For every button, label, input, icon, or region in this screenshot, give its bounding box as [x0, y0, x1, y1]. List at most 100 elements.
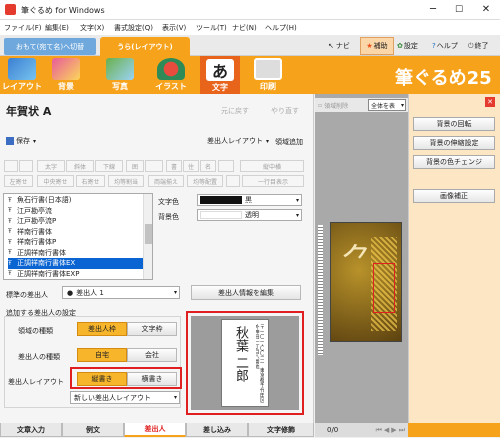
- format-btn-1[interactable]: [4, 160, 18, 172]
- format-btn-r2-7[interactable]: [226, 175, 240, 187]
- sender-type-home[interactable]: 自宅: [77, 348, 127, 362]
- tab-examples[interactable]: 例文: [62, 423, 124, 437]
- justify-button[interactable]: 両端揃え: [148, 175, 184, 187]
- font-item[interactable]: Ŧ 祥南行書体P: [8, 237, 148, 248]
- tab-front-switch[interactable]: おもて(宛て名)へ切替: [4, 38, 96, 55]
- menu-view[interactable]: 表示(V): [162, 23, 186, 33]
- settings-button[interactable]: ✿ 設定: [397, 39, 418, 53]
- chevron-down-icon: ▾: [173, 289, 177, 296]
- undo-button[interactable]: 元に戻す: [221, 106, 249, 116]
- navi-button[interactable]: ↖ ナビ: [328, 39, 350, 53]
- tab-merge[interactable]: 差し込み: [186, 423, 248, 437]
- toolbar-photo[interactable]: 写真: [100, 58, 140, 93]
- main-toolbar: レイアウト 背景 写真 イラスト あ文字 印刷 筆ぐるめ25: [0, 56, 500, 94]
- align-right-button[interactable]: 右寄せ: [76, 175, 105, 187]
- bg-color-select[interactable]: 透明 ▾: [197, 209, 302, 221]
- brand-logo: 筆ぐるめ25: [395, 68, 492, 89]
- last-page-icon[interactable]: ⏭: [399, 426, 405, 435]
- menu-edit[interactable]: 編集(E): [45, 23, 69, 33]
- vertical-horizontal-button[interactable]: 縦中横: [240, 160, 304, 172]
- chevron-down-icon: ▾: [266, 137, 270, 145]
- delete-icon: ▫: [318, 101, 323, 109]
- font-list-scrollbar[interactable]: [143, 194, 152, 279]
- tab-text-input[interactable]: 文章入力: [0, 423, 62, 437]
- underline-button[interactable]: 下線: [95, 160, 123, 172]
- align-center-button[interactable]: 中央寄せ: [37, 175, 74, 187]
- font-list[interactable]: Ŧ 魚石行書(日本語) Ŧ 江戸勘亭流 Ŧ 江戸勘亭流P Ŧ 祥南行書体 Ŧ 祥南行書体P…: [3, 193, 153, 280]
- edit-sender-button[interactable]: 差出人情報を編集: [191, 285, 301, 300]
- text-color-select[interactable]: 黒 ▾: [197, 194, 302, 206]
- sender-icon: ●: [67, 288, 74, 297]
- font-item[interactable]: Ŧ 江戸勘亭流: [8, 206, 148, 217]
- first-line-display-button[interactable]: 一行目表示: [242, 175, 304, 187]
- align-left-button[interactable]: 左寄せ: [4, 175, 33, 187]
- chevron-down-icon: ▾: [173, 394, 177, 401]
- minimize-button[interactable]: ─: [420, 0, 446, 19]
- save-button[interactable]: 保存 ▾: [6, 136, 36, 146]
- layout-vertical-button[interactable]: 縦書き: [77, 372, 127, 386]
- address-button[interactable]: 住: [183, 160, 199, 172]
- standard-sender-select[interactable]: ● 差出人 1 ▾: [62, 286, 180, 299]
- equal-spacing-button[interactable]: 均等配置: [187, 175, 223, 187]
- menu-text[interactable]: 文字(X): [80, 23, 104, 33]
- prev-page-icon[interactable]: ◀: [384, 426, 389, 434]
- tab-sender[interactable]: 差出人: [124, 423, 186, 437]
- font-item[interactable]: Ŧ 正調祥南行書体EXP: [8, 269, 148, 280]
- toolbar-background[interactable]: 背景: [46, 58, 86, 93]
- card-canvas[interactable]: ⺈: [330, 222, 402, 342]
- side-panel-close-icon[interactable]: ✕: [485, 97, 495, 107]
- toolbar-print[interactable]: 印刷: [248, 58, 288, 93]
- font-item[interactable]: Ŧ 魚石行書(日本語): [8, 195, 148, 206]
- area-type-sender-frame[interactable]: 差出人枠: [77, 322, 127, 336]
- close-button[interactable]: ✕: [472, 0, 500, 19]
- book-button[interactable]: 書: [166, 160, 182, 172]
- font-item[interactable]: Ŧ 祥南行書体: [8, 227, 148, 238]
- format-btn-11[interactable]: [218, 160, 234, 172]
- bg-rotate-button[interactable]: 背景の回転: [413, 117, 495, 131]
- image-correction-button[interactable]: 画像補正: [413, 189, 495, 203]
- toolbar-illustration[interactable]: イラスト: [150, 58, 192, 93]
- printer-icon: [254, 58, 282, 80]
- bold-button[interactable]: 太字: [37, 160, 65, 172]
- add-area-button[interactable]: 領域追加: [275, 137, 303, 147]
- layout-horizontal-button[interactable]: 横書き: [127, 372, 177, 386]
- italic-button[interactable]: 斜体: [66, 160, 94, 172]
- tab-text-decoration[interactable]: 文字修飾: [248, 423, 314, 437]
- maximize-button[interactable]: ☐: [446, 0, 472, 19]
- font-item[interactable]: Ŧ 正調祥南行書体: [8, 248, 148, 259]
- tab-back-layout[interactable]: うら(レイアウト): [100, 37, 190, 56]
- help-button[interactable]: ? ヘルプ: [432, 39, 458, 53]
- toolbar-text[interactable]: あ文字: [200, 56, 240, 94]
- bg-color-change-button[interactable]: 背景の色チェンジ: [413, 155, 495, 169]
- text-icon: あ: [206, 59, 234, 81]
- exit-button[interactable]: ⏻ 終了: [468, 39, 489, 53]
- view-select[interactable]: 全体を表 ▾: [368, 99, 406, 111]
- sender-type-company[interactable]: 会社: [127, 348, 177, 362]
- menu-navi[interactable]: ナビ(N): [232, 23, 257, 33]
- preview-name: 秋葉 二郎: [233, 326, 248, 383]
- toolbar-layout[interactable]: レイアウト: [2, 58, 42, 93]
- menu-file[interactable]: ファイル(F): [4, 23, 42, 33]
- menu-tools[interactable]: ツール(T): [196, 23, 227, 33]
- first-page-icon[interactable]: ⏮: [376, 426, 382, 435]
- format-btn-7[interactable]: [145, 160, 163, 172]
- menu-format[interactable]: 書式設定(Q): [114, 23, 153, 33]
- redo-button[interactable]: やり直す: [271, 106, 299, 116]
- box-button[interactable]: 囲: [126, 160, 144, 172]
- distribute-button[interactable]: 均等割当: [108, 175, 144, 187]
- font-item-selected[interactable]: Ŧ 正調祥南行書体EX: [8, 258, 148, 269]
- new-layout-select[interactable]: 新しい差出人レイアウト ▾: [70, 391, 180, 404]
- hojo-button[interactable]: ★ 補助: [360, 37, 394, 55]
- exit-icon: ⏻: [468, 41, 474, 50]
- format-btn-2[interactable]: [19, 160, 33, 172]
- font-item[interactable]: Ŧ 江戸勘亭流P: [8, 216, 148, 227]
- scrollbar-thumb[interactable]: [145, 224, 152, 244]
- next-page-icon[interactable]: ▶: [391, 426, 396, 434]
- name-button[interactable]: 名: [200, 160, 216, 172]
- delete-area-button[interactable]: 領域削除: [324, 101, 348, 110]
- truetype-icon: Ŧ: [8, 238, 12, 246]
- bg-stretch-button[interactable]: 背景の伸縮設定: [413, 136, 495, 150]
- menu-help[interactable]: ヘルプ(H): [265, 23, 297, 33]
- sender-layout-dropdown[interactable]: 差出人レイアウト ▾: [207, 136, 269, 146]
- area-type-text-frame[interactable]: 文字枠: [127, 322, 177, 336]
